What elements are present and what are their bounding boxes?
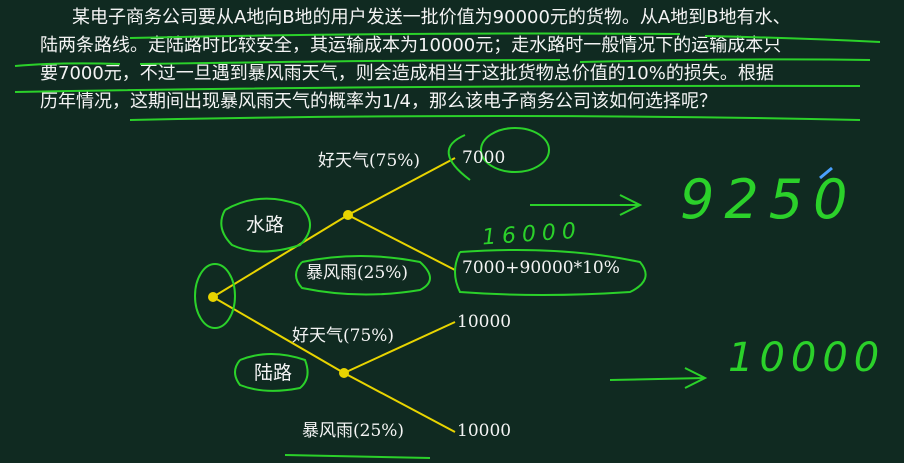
land-storm-label: 暴风雨(25%)	[302, 421, 405, 441]
land-good-label: 好天气(75%)	[292, 326, 395, 346]
root-node	[208, 292, 218, 302]
land-storm-value: 10000	[457, 421, 512, 441]
land-good-value: 10000	[457, 312, 512, 332]
water-node	[343, 210, 353, 220]
land-node	[339, 368, 349, 378]
water-storm-value: 7000+90000*10%	[462, 258, 620, 278]
water-good-label: 好天气(75%)	[318, 151, 421, 171]
water-storm-label: 暴风雨(25%)	[306, 263, 409, 283]
decision-tree	[14, 32, 881, 459]
land-route-label: 陆路	[254, 362, 293, 384]
handwritten-land-expected: 10000	[728, 335, 886, 381]
handwritten-water-expected: 9250	[680, 168, 858, 231]
water-good-value: 7000	[462, 148, 506, 168]
handwritten-marks	[14, 32, 881, 459]
water-route-label: 水路	[246, 214, 285, 236]
